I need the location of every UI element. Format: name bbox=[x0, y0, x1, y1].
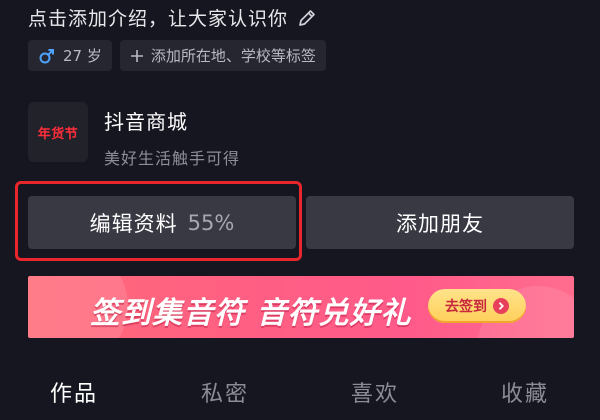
shop-entry[interactable]: 年货节 抖音商城 美好生活触手可得 bbox=[28, 102, 240, 169]
signin-banner[interactable]: 签到集音符 音符兑好礼 去签到 bbox=[28, 276, 574, 338]
plus-icon bbox=[130, 49, 144, 63]
signin-label: 去签到 bbox=[445, 299, 487, 315]
shop-desc: 美好生活触手可得 bbox=[104, 149, 241, 168]
highlight-box bbox=[15, 181, 302, 261]
add-tag-label: 添加所在地、学校等标签 bbox=[150, 47, 316, 65]
add-friend-label: 添加朋友 bbox=[396, 211, 484, 236]
shop-logo: 年货节 bbox=[28, 102, 88, 162]
add-friend-button[interactable]: 添加朋友 bbox=[306, 196, 574, 249]
tab-works[interactable]: 作品 bbox=[50, 376, 98, 408]
shop-info: 抖音商城 美好生活触手可得 bbox=[104, 102, 240, 169]
intro-row[interactable]: 点击添加介绍，让大家认识你 bbox=[28, 4, 318, 31]
tag-row: 27 岁 添加所在地、学校等标签 bbox=[28, 40, 326, 71]
age-label: 27 岁 bbox=[63, 47, 102, 65]
chevron-right-icon bbox=[493, 298, 509, 314]
banner-title: 签到集音符 音符兑好礼 bbox=[90, 296, 412, 331]
intro-text[interactable]: 点击添加介绍，让大家认识你 bbox=[28, 4, 288, 31]
male-icon bbox=[38, 47, 56, 65]
age-tag[interactable]: 27 岁 bbox=[28, 40, 112, 71]
tab-likes[interactable]: 喜欢 bbox=[351, 376, 399, 408]
shop-logo-text: 年货节 bbox=[37, 126, 79, 142]
tab-private[interactable]: 私密 bbox=[201, 376, 249, 408]
shop-name: 抖音商城 bbox=[104, 110, 188, 134]
signin-button[interactable]: 去签到 bbox=[428, 289, 526, 323]
tab-favorites[interactable]: 收藏 bbox=[501, 376, 549, 408]
pencil-icon[interactable] bbox=[296, 7, 318, 29]
profile-screen: 点击添加介绍，让大家认识你 27 岁 添加所在地、学校等标签 年货节 抖音商城 … bbox=[0, 0, 600, 420]
add-tag-button[interactable]: 添加所在地、学校等标签 bbox=[119, 40, 326, 71]
tab-bar: 作品 私密 喜欢 收藏 bbox=[0, 370, 600, 420]
